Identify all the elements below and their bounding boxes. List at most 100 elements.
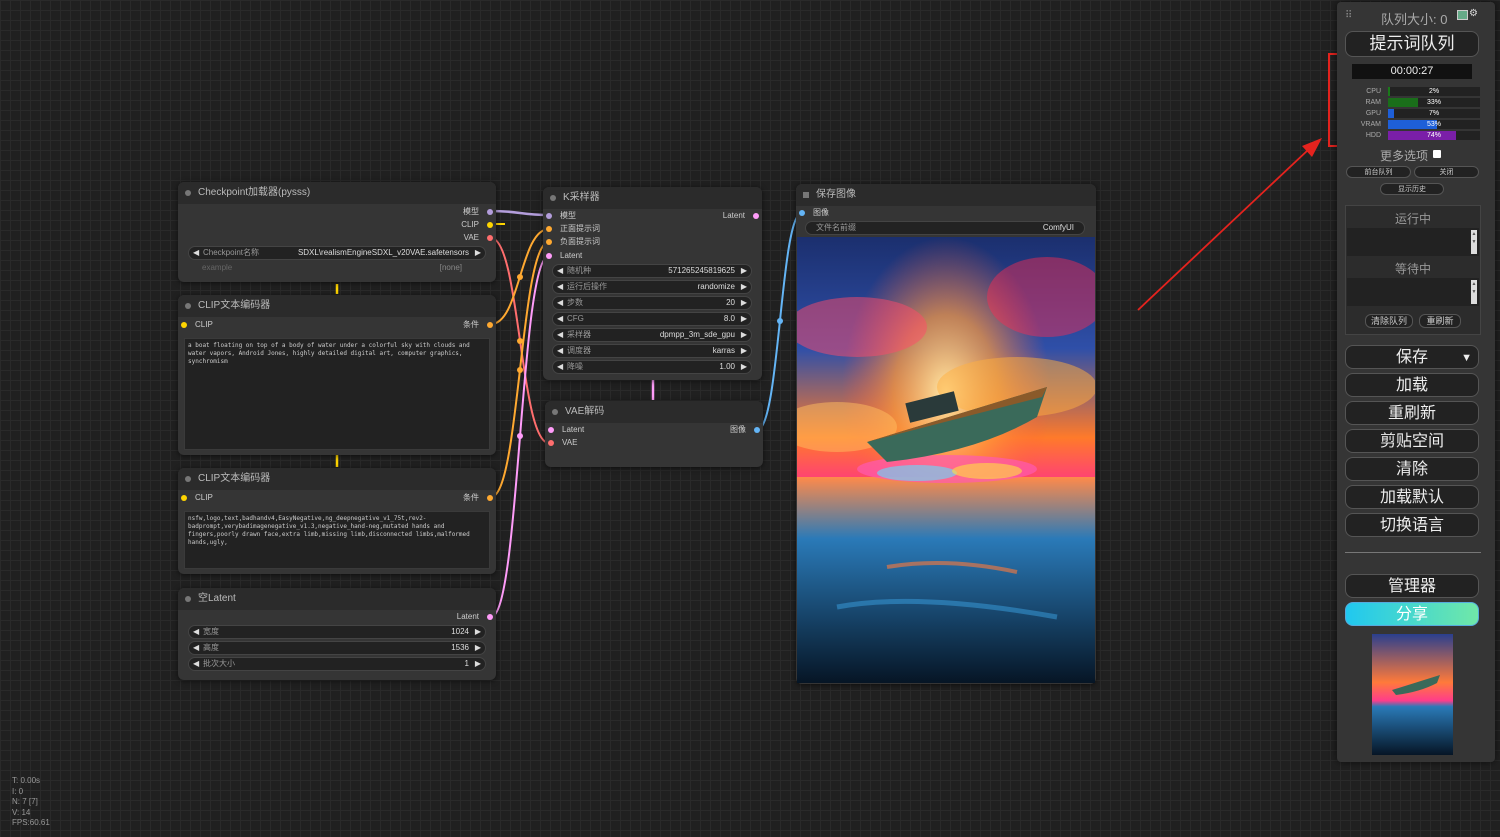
switch-language-button[interactable]: 切换语言 xyxy=(1345,513,1479,537)
arrow-left-icon[interactable]: ◀ xyxy=(557,345,563,357)
arrow-right-icon[interactable]: ▶ xyxy=(741,345,747,357)
output-latent[interactable]: Latent xyxy=(457,611,493,623)
arrow-left-icon[interactable]: ◀ xyxy=(557,297,563,309)
node-title[interactable]: K采样器 xyxy=(543,187,762,209)
close-button[interactable]: 关闭 xyxy=(1414,166,1479,178)
node-title[interactable]: 空Latent xyxy=(178,588,496,610)
arrow-right-icon[interactable]: ▶ xyxy=(741,297,747,309)
collapse-square-icon[interactable] xyxy=(803,192,809,198)
arrow-left-icon[interactable]: ◀ xyxy=(193,642,199,654)
collapse-dot-icon[interactable] xyxy=(552,409,558,415)
input-clip[interactable]: CLIP xyxy=(181,319,213,331)
collapse-dot-icon[interactable] xyxy=(185,476,191,482)
save-button[interactable]: 保存 ▼ xyxy=(1345,345,1479,369)
arrow-left-icon[interactable]: ◀ xyxy=(557,361,563,373)
queue-prompt-button[interactable]: 提示词队列 xyxy=(1345,31,1479,57)
steps-widget[interactable]: ◀ 步数 20 ▶ xyxy=(552,296,752,310)
collapse-dot-icon[interactable] xyxy=(550,195,556,201)
slot-dot-icon[interactable] xyxy=(181,495,187,501)
drag-handle-icon[interactable]: ⠿ xyxy=(1345,10,1352,21)
arrow-right-icon[interactable]: ▶ xyxy=(475,658,481,670)
slot-dot-icon[interactable] xyxy=(487,209,493,215)
width-widget[interactable]: ◀ 宽度 1024 ▶ xyxy=(188,625,486,639)
arrow-left-icon[interactable]: ◀ xyxy=(193,247,199,259)
sampler-widget[interactable]: ◀ 采样器 dpmpp_3m_sde_gpu ▶ xyxy=(552,328,752,342)
collapse-dot-icon[interactable] xyxy=(185,596,191,602)
show-history-button[interactable]: 显示历史 xyxy=(1380,183,1444,195)
gear-icon[interactable]: ⚙ xyxy=(1469,8,1478,19)
example-widget[interactable]: example [none] xyxy=(188,262,484,274)
height-widget[interactable]: ◀ 高度 1536 ▶ xyxy=(188,641,486,655)
clear-queue-button[interactable]: 清除队列 xyxy=(1365,314,1413,328)
more-options-checkbox[interactable] xyxy=(1433,150,1441,158)
node-title[interactable]: VAE解码 xyxy=(545,401,763,423)
output-image[interactable]: 图像 xyxy=(730,424,760,436)
slot-dot-icon[interactable] xyxy=(799,210,805,216)
node-title[interactable]: CLIP文本编码器 xyxy=(178,295,496,317)
load-button[interactable]: 加载 xyxy=(1345,373,1479,397)
control-after-generate-widget[interactable]: ◀ 运行后操作 randomize ▶ xyxy=(552,280,752,294)
empty-latent-node[interactable]: 空Latent Latent ◀ 宽度 1024 ▶ ◀ 高度 1536 ▶ ◀ 批次大小 1 ▶ xyxy=(178,588,496,680)
arrow-right-icon[interactable]: ▶ xyxy=(741,361,747,373)
clip-text-encode-positive-node[interactable]: CLIP文本编码器 CLIP 条件 a boat floating on top… xyxy=(178,295,496,455)
slot-dot-icon[interactable] xyxy=(546,213,552,219)
arrow-right-icon[interactable]: ▶ xyxy=(741,313,747,325)
input-negative[interactable]: 负面提示词 xyxy=(546,236,600,248)
input-latent[interactable]: Latent xyxy=(548,424,584,436)
batch-size-widget[interactable]: ◀ 批次大小 1 ▶ xyxy=(188,657,486,671)
arrow-left-icon[interactable]: ◀ xyxy=(557,313,563,325)
slot-dot-icon[interactable] xyxy=(754,427,760,433)
slot-dot-icon[interactable] xyxy=(487,222,493,228)
node-title[interactable]: Checkpoint加载器(pysss) xyxy=(178,182,496,204)
manager-button[interactable]: 管理器 xyxy=(1345,574,1479,598)
arrow-left-icon[interactable]: ◀ xyxy=(557,281,563,293)
slot-dot-icon[interactable] xyxy=(487,495,493,501)
image-thumbnail[interactable] xyxy=(1372,634,1453,755)
arrow-right-icon[interactable]: ▶ xyxy=(741,265,747,277)
scheduler-widget[interactable]: ◀ 调度器 karras ▶ xyxy=(552,344,752,358)
node-title[interactable]: 保存图像 xyxy=(796,184,1096,206)
input-latent[interactable]: Latent xyxy=(546,250,582,262)
slot-dot-icon[interactable] xyxy=(487,322,493,328)
input-positive[interactable]: 正面提示词 xyxy=(546,223,600,235)
slot-dot-icon[interactable] xyxy=(548,427,554,433)
cfg-widget[interactable]: ◀ CFG 8.0 ▶ xyxy=(552,312,752,326)
share-button[interactable]: 分享 xyxy=(1345,602,1479,626)
arrow-left-icon[interactable]: ◀ xyxy=(193,626,199,638)
refresh-button[interactable]: 重刷新 xyxy=(1345,401,1479,425)
prompt-textarea[interactable]: a boat floating on top of a body of wate… xyxy=(184,338,490,450)
save-image-node[interactable]: 保存图像 图像 文件名前缀 ComfyUI xyxy=(796,184,1096,684)
node-title[interactable]: CLIP文本编码器 xyxy=(178,468,496,490)
filename-prefix-widget[interactable]: 文件名前缀 ComfyUI xyxy=(805,221,1085,235)
arrow-right-icon[interactable]: ▶ xyxy=(475,247,481,259)
checkpoint-loader-node[interactable]: Checkpoint加载器(pysss) 模型 CLIP VAE ◀ Check… xyxy=(178,182,496,282)
input-model[interactable]: 模型 xyxy=(546,210,576,222)
output-vae[interactable]: VAE xyxy=(464,232,493,244)
slot-dot-icon[interactable] xyxy=(548,440,554,446)
image-icon[interactable] xyxy=(1457,10,1468,20)
arrow-right-icon[interactable]: ▶ xyxy=(741,281,747,293)
slot-dot-icon[interactable] xyxy=(181,322,187,328)
clear-button[interactable]: 清除 xyxy=(1345,457,1479,481)
scrollbar[interactable]: ▲ ▼ xyxy=(1471,230,1477,254)
ckpt-name-widget[interactable]: ◀ Checkpoint名称 SDXL\realismEngineSDXL_v2… xyxy=(188,246,486,260)
scrollbar[interactable]: ▲ ▼ xyxy=(1471,280,1477,304)
clip-text-encode-negative-node[interactable]: CLIP文本编码器 CLIP 条件 nsfw,logo,text,badhand… xyxy=(178,468,496,574)
arrow-right-icon[interactable]: ▶ xyxy=(741,329,747,341)
clipspace-button[interactable]: 剪贴空间 xyxy=(1345,429,1479,453)
vae-decode-node[interactable]: VAE解码 Latent VAE 图像 xyxy=(545,401,763,467)
output-model[interactable]: 模型 xyxy=(463,206,493,218)
slot-dot-icon[interactable] xyxy=(487,235,493,241)
load-default-button[interactable]: 加载默认 xyxy=(1345,485,1479,509)
slot-dot-icon[interactable] xyxy=(487,614,493,620)
seed-widget[interactable]: ◀ 随机种 571265245819625 ▶ xyxy=(552,264,752,278)
slot-dot-icon[interactable] xyxy=(753,213,759,219)
input-clip[interactable]: CLIP xyxy=(181,492,213,504)
arrow-left-icon[interactable]: ◀ xyxy=(193,658,199,670)
arrow-right-icon[interactable]: ▶ xyxy=(475,626,481,638)
refresh-queue-button[interactable]: 重刷新 xyxy=(1419,314,1461,328)
arrow-left-icon[interactable]: ◀ xyxy=(557,265,563,277)
collapse-dot-icon[interactable] xyxy=(185,303,191,309)
collapse-dot-icon[interactable] xyxy=(185,190,191,196)
input-vae[interactable]: VAE xyxy=(548,437,577,449)
